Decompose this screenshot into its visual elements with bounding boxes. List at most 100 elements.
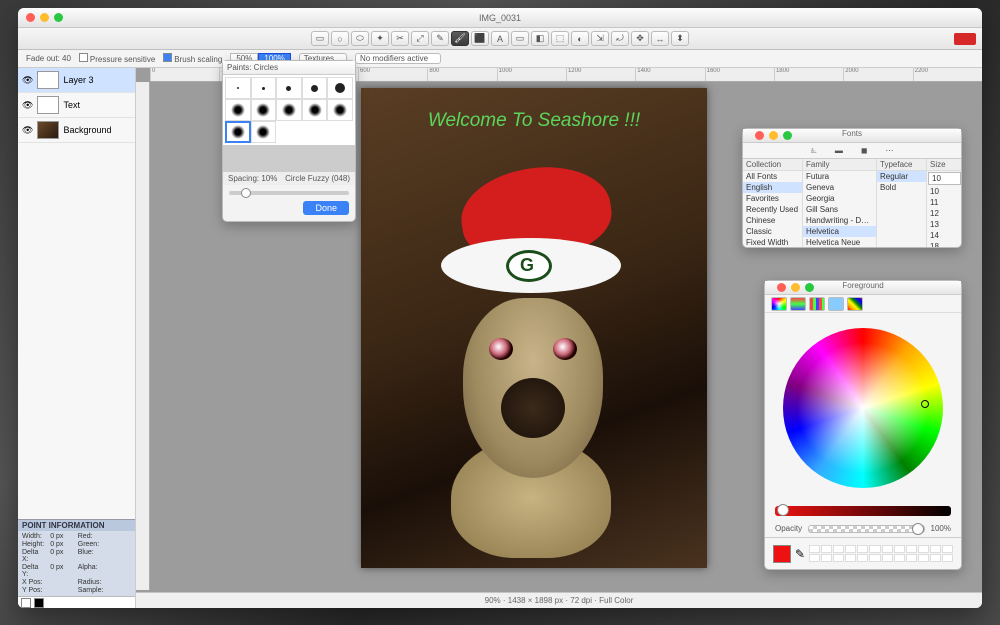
swatch-cell[interactable] [930,554,941,562]
brush-cell[interactable] [302,77,328,99]
modifier-dropdown[interactable]: No modifiers active [355,53,441,64]
tool-button-2[interactable]: ⬭ [351,31,369,46]
list-item[interactable]: 14 [927,230,961,241]
list-item[interactable]: All Fonts [743,171,802,182]
tool-button-0[interactable]: ▭ [311,31,329,46]
swatch-cell[interactable] [809,554,820,562]
brush-cell[interactable] [327,77,353,99]
swatch-cell[interactable] [882,545,893,553]
tool-button-4[interactable]: ✂ [391,31,409,46]
swatch-cell[interactable] [942,545,953,553]
brush-cell[interactable] [225,99,251,121]
swatch-cell[interactable] [894,554,905,562]
list-item[interactable]: 10 [927,186,961,197]
current-color-swatch[interactable] [773,545,791,563]
image-tab-icon[interactable] [828,297,844,311]
crayons-tab-icon[interactable] [847,297,863,311]
list-item[interactable]: 13 [927,219,961,230]
palettes-tab-icon[interactable] [809,297,825,311]
brush-cell[interactable] [251,121,277,143]
brush-cell[interactable] [225,77,251,99]
swatch-cell[interactable] [809,545,820,553]
visibility-icon[interactable]: 👁 [22,100,33,111]
color-picker-panel[interactable]: Foreground Opacity 100% ✎ [764,280,962,570]
list-item[interactable]: Favorites [743,193,802,204]
brush-cell[interactable] [225,121,251,143]
brush-cell[interactable] [327,99,353,121]
swatch-cell[interactable] [857,554,868,562]
tool-button-3[interactable]: ✦ [371,31,389,46]
record-indicator-icon[interactable] [954,33,976,45]
wheel-tab-icon[interactable] [771,297,787,311]
swatch-cell[interactable] [942,554,953,562]
swatch-cell[interactable] [833,545,844,553]
list-item[interactable]: Regular [877,171,926,182]
list-item[interactable]: Recently Used [743,204,802,215]
swatch-cell[interactable] [857,545,868,553]
brush-cell[interactable] [302,99,328,121]
list-item[interactable]: Georgia [803,193,876,204]
swatch-cell[interactable] [845,545,856,553]
color-wheel[interactable] [783,328,943,488]
list-item[interactable]: Handwriting - Dako [803,215,876,226]
tool-button-9[interactable]: A [491,31,509,46]
list-item[interactable]: Helvetica Neue [803,237,876,247]
layer-row[interactable]: 👁Layer 3 [18,68,135,93]
minimize-icon[interactable] [791,283,800,292]
zoom-icon[interactable] [783,131,792,140]
zoom-icon[interactable] [805,283,814,292]
brush-cell[interactable] [276,77,302,99]
swatch-cell[interactable] [930,545,941,553]
brush-cell[interactable] [276,99,302,121]
layer-row[interactable]: 👁Text [18,93,135,118]
list-item[interactable]: 18 [927,241,961,247]
scaling-checkbox[interactable] [163,53,172,62]
list-item[interactable]: Helvetica [803,226,876,237]
list-item[interactable]: 11 [927,197,961,208]
close-icon[interactable] [755,131,764,140]
swatch-cell[interactable] [906,554,917,562]
document-canvas[interactable]: Welcome To Seashore !!! [361,88,707,568]
fonts-panel[interactable]: Fonts ⎁ ▬ ◼ ⋯ CollectionAll FontsEnglish… [742,128,962,248]
swatch-cell[interactable] [918,554,929,562]
minimize-icon[interactable] [769,131,778,140]
tool-button-12[interactable]: ⬚ [551,31,569,46]
tool-button-6[interactable]: ✎ [431,31,449,46]
wheel-marker-icon[interactable] [921,400,929,408]
opacity-slider[interactable] [808,525,924,533]
size-field[interactable]: 10 [928,172,961,185]
tool-button-8[interactable]: ⬛ [471,31,489,46]
brush-done-button[interactable]: Done [303,201,349,215]
tool-button-5[interactable]: ⤢ [411,31,429,46]
tool-button-15[interactable]: ⤾ [611,31,629,46]
brush-picker-panel[interactable]: Paints: Circles Spacing: 10% Circle Fuzz… [222,60,356,222]
underline-icon[interactable]: ⎁ [810,146,816,156]
canvas-headline-text[interactable]: Welcome To Seashore !!! [361,110,707,132]
tool-button-1[interactable]: ○ [331,31,349,46]
list-item[interactable]: Fixed Width [743,237,802,247]
swatch-cell[interactable] [869,554,880,562]
swatch-cell[interactable] [918,545,929,553]
more-icon[interactable]: ⋯ [886,146,894,155]
canvas-image[interactable] [431,198,637,548]
brush-cell[interactable] [251,77,277,99]
tool-button-17[interactable]: ↔ [651,31,669,46]
tool-button-10[interactable]: ▭ [511,31,529,46]
swatch-cell[interactable] [882,554,893,562]
visibility-icon[interactable]: 👁 [22,125,33,136]
swatch-cell[interactable] [821,545,832,553]
sliders-tab-icon[interactable] [790,297,806,311]
swatch-cell[interactable] [833,554,844,562]
titlebar[interactable]: IMG_0031 [18,8,982,28]
color-icon[interactable]: ◼ [861,146,868,155]
list-item[interactable]: Gill Sans [803,204,876,215]
tool-button-18[interactable]: ⬍ [671,31,689,46]
brush-cell[interactable] [251,99,277,121]
close-icon[interactable] [777,283,786,292]
visibility-icon[interactable]: 👁 [22,75,33,86]
fg-swatch[interactable] [21,598,31,608]
swatch-cell[interactable] [906,545,917,553]
tool-button-11[interactable]: ◧ [531,31,549,46]
list-item[interactable]: Classic [743,226,802,237]
brightness-slider[interactable] [775,506,951,516]
